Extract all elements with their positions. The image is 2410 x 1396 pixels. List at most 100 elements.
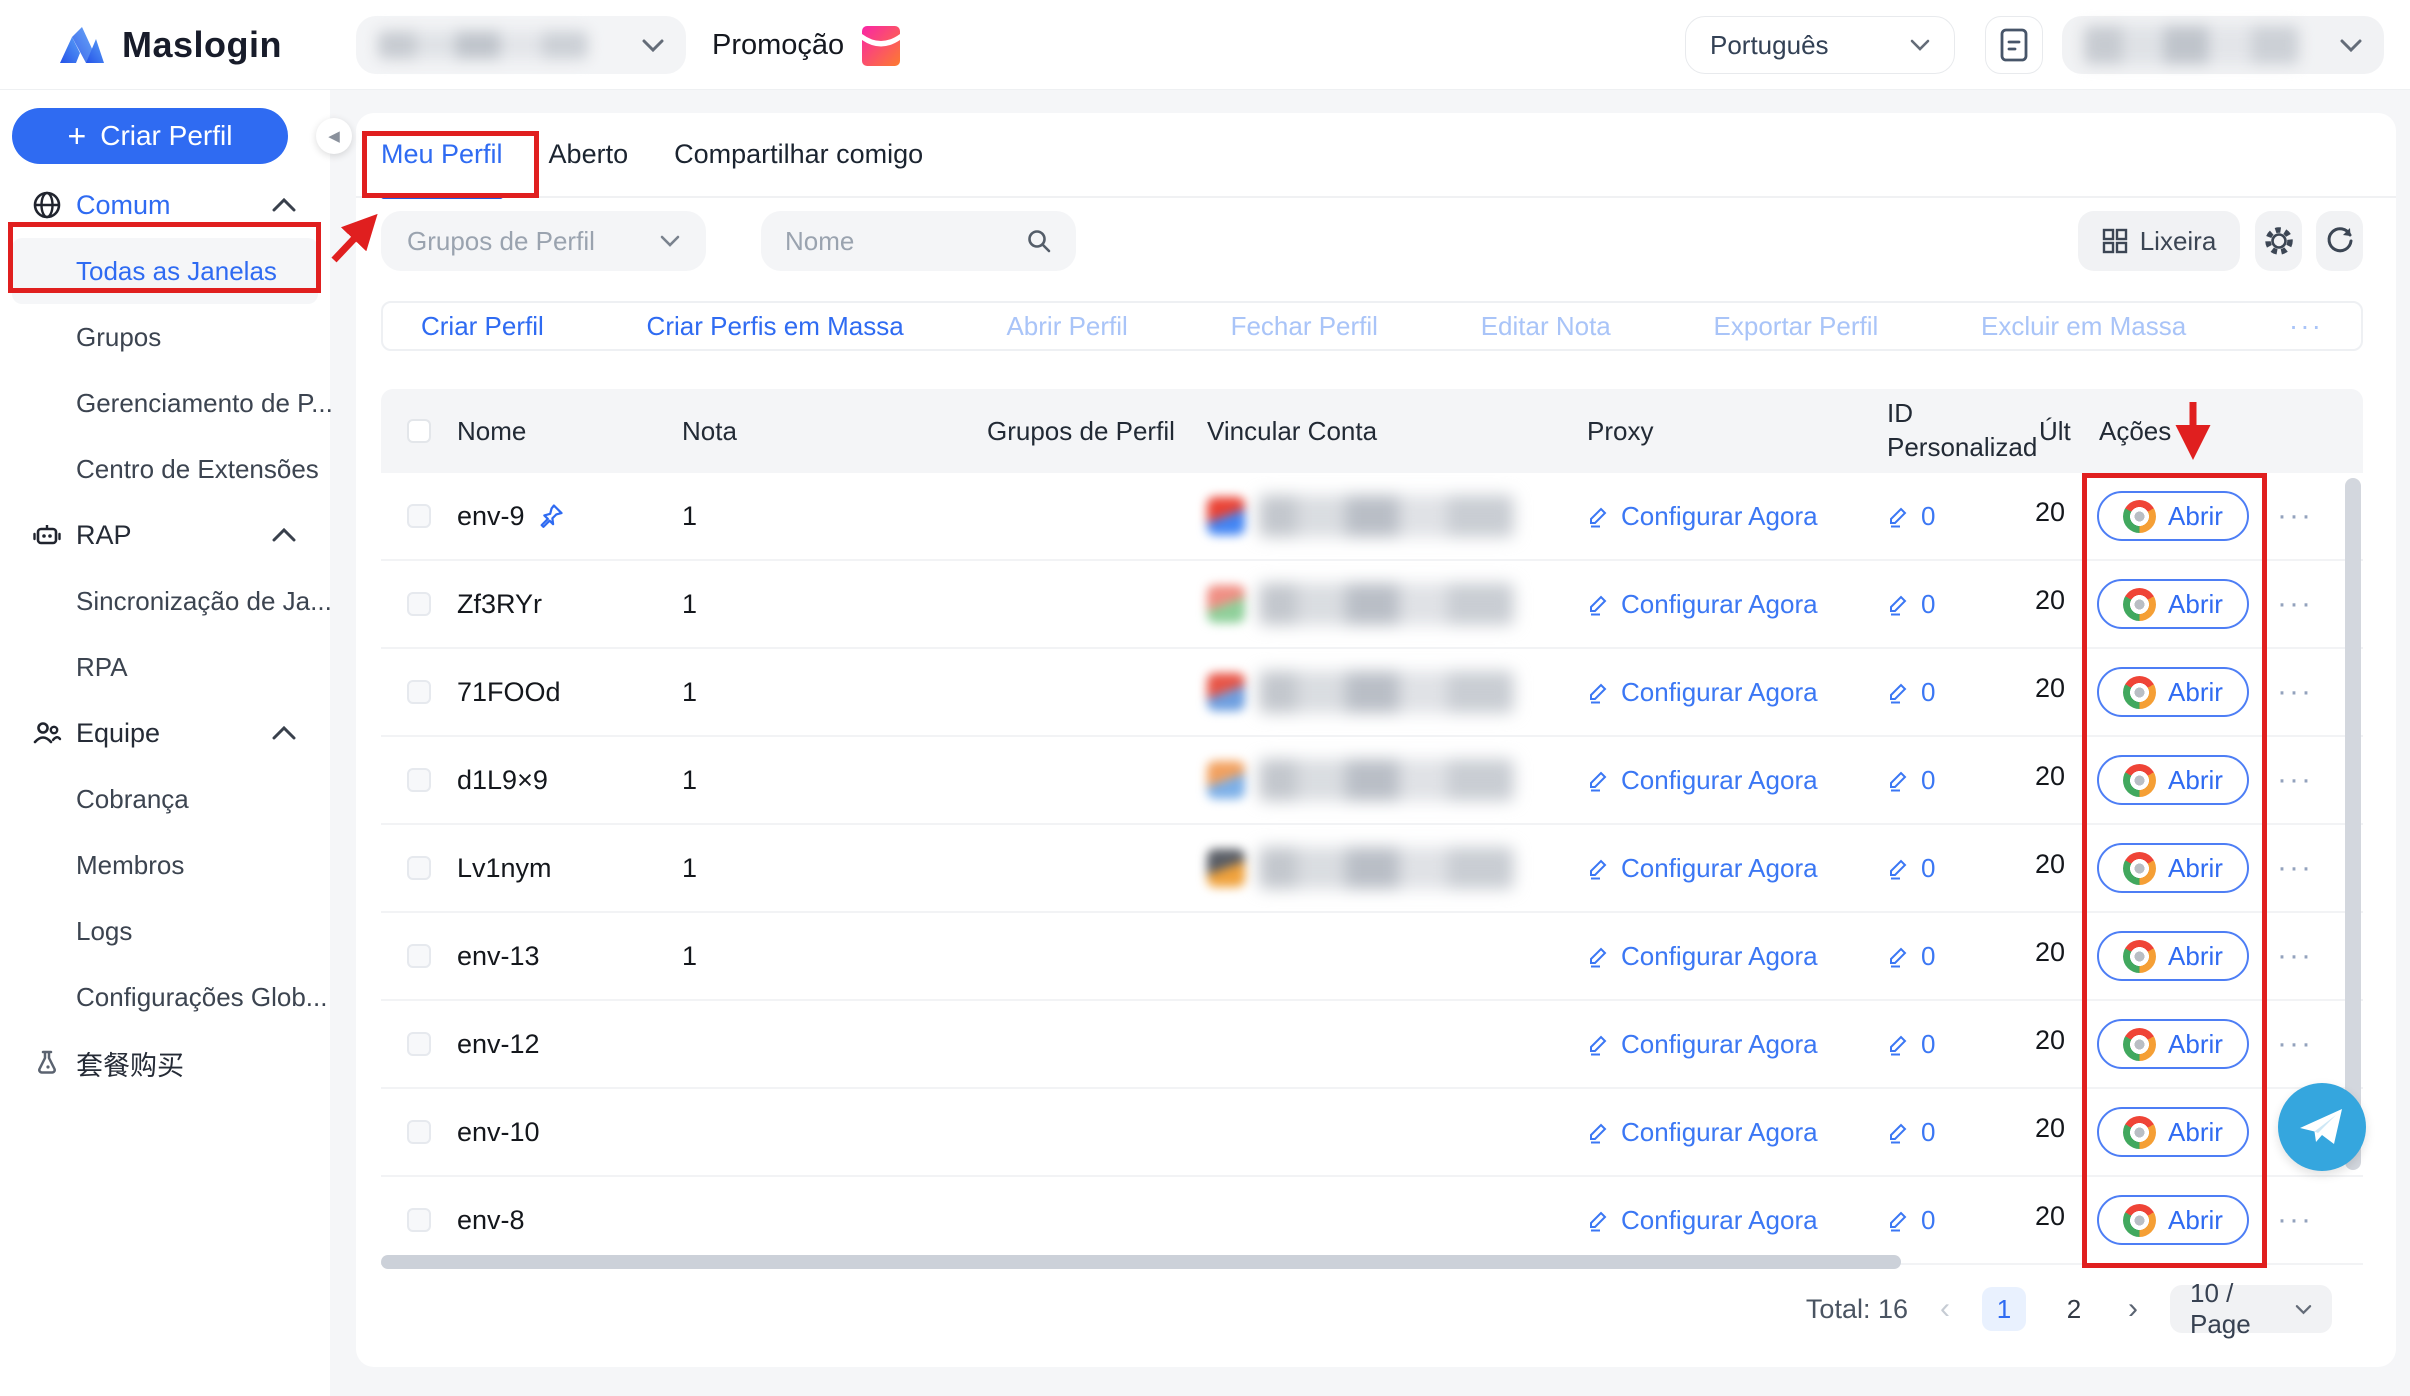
page-2-button[interactable]: 2: [2052, 1287, 2096, 1331]
action-criar-perfil[interactable]: Criar Perfil: [421, 311, 544, 342]
configure-proxy-link[interactable]: Configurar Agora: [1587, 853, 1875, 884]
action-excluir-em-massa[interactable]: Excluir em Massa: [1981, 311, 2186, 342]
configure-proxy-link[interactable]: Configurar Agora: [1587, 1029, 1875, 1060]
search-icon[interactable]: [1026, 228, 1052, 254]
action-abrir-perfil[interactable]: Abrir Perfil: [1006, 311, 1127, 342]
promotion-link[interactable]: Promoção: [712, 0, 902, 90]
row-more-button[interactable]: ···: [2277, 587, 2313, 621]
edit-pencil-icon: [1587, 592, 1611, 616]
settings-button[interactable]: [2255, 211, 2302, 271]
select-all-checkbox[interactable]: [407, 419, 431, 443]
row-checkbox[interactable]: [407, 592, 431, 616]
next-page-icon[interactable]: ›: [2122, 1292, 2144, 1326]
language-selector[interactable]: Português: [1685, 16, 1955, 74]
trash-button[interactable]: Lixeira: [2078, 211, 2240, 271]
sidebar-item-rap[interactable]: RAP: [0, 502, 330, 568]
sidebar-item-configuracoes[interactable]: Configurações Glob...: [0, 964, 330, 1030]
workspace-selector[interactable]: [356, 16, 686, 74]
page-size-select[interactable]: 10 / Page: [2170, 1285, 2332, 1333]
sidebar-item-gerenciamento[interactable]: Gerenciamento de P...: [0, 370, 330, 436]
custom-id-link[interactable]: 0: [1887, 677, 2033, 708]
sidebar-collapse-button[interactable]: ◀: [316, 118, 352, 154]
row-more-button[interactable]: ···: [2277, 851, 2313, 885]
profile-note: 1: [682, 853, 697, 883]
sidebar-item-rpa[interactable]: RPA: [0, 634, 330, 700]
row-checkbox[interactable]: [407, 680, 431, 704]
tab-meu-perfil[interactable]: Meu Perfil: [381, 112, 503, 197]
configure-proxy-link[interactable]: Configurar Agora: [1587, 589, 1875, 620]
sidebar-item-membros[interactable]: Membros: [0, 832, 330, 898]
custom-id-link[interactable]: 0: [1887, 1029, 2033, 1060]
sidebar-item-todas-as-janelas[interactable]: Todas as Janelas: [12, 238, 318, 304]
row-checkbox[interactable]: [407, 1208, 431, 1232]
tab-aberto[interactable]: Aberto: [549, 112, 629, 197]
row-checkbox[interactable]: [407, 944, 431, 968]
custom-id-link[interactable]: 0: [1887, 941, 2033, 972]
docs-button[interactable]: [1985, 16, 2043, 74]
row-checkbox[interactable]: [407, 1032, 431, 1056]
row-more-button[interactable]: ···: [2277, 675, 2313, 709]
action-criar-perfis-em-massa[interactable]: Criar Perfis em Massa: [647, 311, 904, 342]
profile-name: env-13: [457, 941, 540, 972]
open-profile-button[interactable]: Abrir: [2097, 843, 2249, 893]
row-checkbox[interactable]: [407, 504, 431, 528]
row-more-button[interactable]: ···: [2277, 763, 2313, 797]
open-profile-button[interactable]: Abrir: [2097, 755, 2249, 805]
action-more-button[interactable]: ···: [2289, 310, 2323, 342]
custom-id-link[interactable]: 0: [1887, 501, 2033, 532]
row-more-button[interactable]: ···: [2277, 1027, 2313, 1061]
sidebar-item-grupos[interactable]: Grupos: [0, 304, 330, 370]
configure-proxy-link[interactable]: Configurar Agora: [1587, 501, 1875, 532]
custom-id-link[interactable]: 0: [1887, 1117, 2033, 1148]
row-more-button[interactable]: ···: [2277, 939, 2313, 973]
open-profile-button[interactable]: Abrir: [2097, 1019, 2249, 1069]
chrome-icon: [2123, 764, 2156, 797]
prev-page-icon[interactable]: ‹: [1934, 1292, 1956, 1326]
configure-proxy-link[interactable]: Configurar Agora: [1587, 765, 1875, 796]
custom-id-link[interactable]: 0: [1887, 589, 2033, 620]
promotion-label: Promoção: [712, 29, 844, 62]
name-search-input[interactable]: [785, 226, 1005, 257]
sidebar-item-equipe[interactable]: Equipe: [0, 700, 330, 766]
sidebar-item-cobranca[interactable]: Cobrança: [0, 766, 330, 832]
create-profile-button[interactable]: + Criar Perfil: [12, 108, 288, 164]
custom-id-link[interactable]: 0: [1887, 853, 2033, 884]
row-checkbox[interactable]: [407, 856, 431, 880]
telegram-button[interactable]: [2278, 1083, 2366, 1171]
open-profile-button[interactable]: Abrir: [2097, 491, 2249, 541]
open-profile-button[interactable]: Abrir: [2097, 579, 2249, 629]
action-fechar-perfil[interactable]: Fechar Perfil: [1231, 311, 1378, 342]
row-checkbox[interactable]: [407, 768, 431, 792]
refresh-button[interactable]: [2316, 211, 2363, 271]
tab-compartilhar-comigo[interactable]: Compartilhar comigo: [674, 112, 923, 197]
configure-proxy-link[interactable]: Configurar Agora: [1587, 677, 1875, 708]
open-profile-button[interactable]: Abrir: [2097, 1107, 2249, 1157]
user-account-menu[interactable]: [2062, 16, 2384, 74]
horizontal-scrollbar[interactable]: [381, 1255, 1901, 1269]
sidebar-item-comum[interactable]: Comum: [0, 172, 330, 238]
row-more-button[interactable]: ···: [2277, 1203, 2313, 1237]
edit-pencil-icon: [1587, 1208, 1611, 1232]
sidebar-item-logs[interactable]: Logs: [0, 898, 330, 964]
row-checkbox[interactable]: [407, 1120, 431, 1144]
configure-proxy-link[interactable]: Configurar Agora: [1587, 1205, 1875, 1236]
last-open-time-clipped: 20: [2035, 1113, 2065, 1144]
action-exportar-perfil[interactable]: Exportar Perfil: [1714, 311, 1879, 342]
vertical-scrollbar[interactable]: [2345, 478, 2361, 1170]
action-editar-nota[interactable]: Editar Nota: [1481, 311, 1611, 342]
configure-proxy-link[interactable]: Configurar Agora: [1587, 941, 1875, 972]
sidebar-item-centro-extensoes[interactable]: Centro de Extensões: [0, 436, 330, 502]
open-profile-button[interactable]: Abrir: [2097, 931, 2249, 981]
configure-proxy-link[interactable]: Configurar Agora: [1587, 1117, 1875, 1148]
sidebar: + Criar Perfil Comum Todas as Janelas Gr…: [0, 90, 330, 1396]
sidebar-item-plan-purchase[interactable]: 套餐购买: [0, 1030, 330, 1096]
sidebar-item-sincronizacao[interactable]: Sincronização de Ja...: [0, 568, 330, 634]
custom-id-link[interactable]: 0: [1887, 1205, 2033, 1236]
profile-groups-select[interactable]: Grupos de Perfil: [381, 211, 706, 271]
custom-id-link[interactable]: 0: [1887, 765, 2033, 796]
open-profile-button[interactable]: Abrir: [2097, 1195, 2249, 1245]
open-profile-button[interactable]: Abrir: [2097, 667, 2249, 717]
table-row: env-10 Configurar Agora 0: [381, 1089, 2363, 1177]
page-1-button[interactable]: 1: [1982, 1287, 2026, 1331]
row-more-button[interactable]: ···: [2277, 499, 2313, 533]
